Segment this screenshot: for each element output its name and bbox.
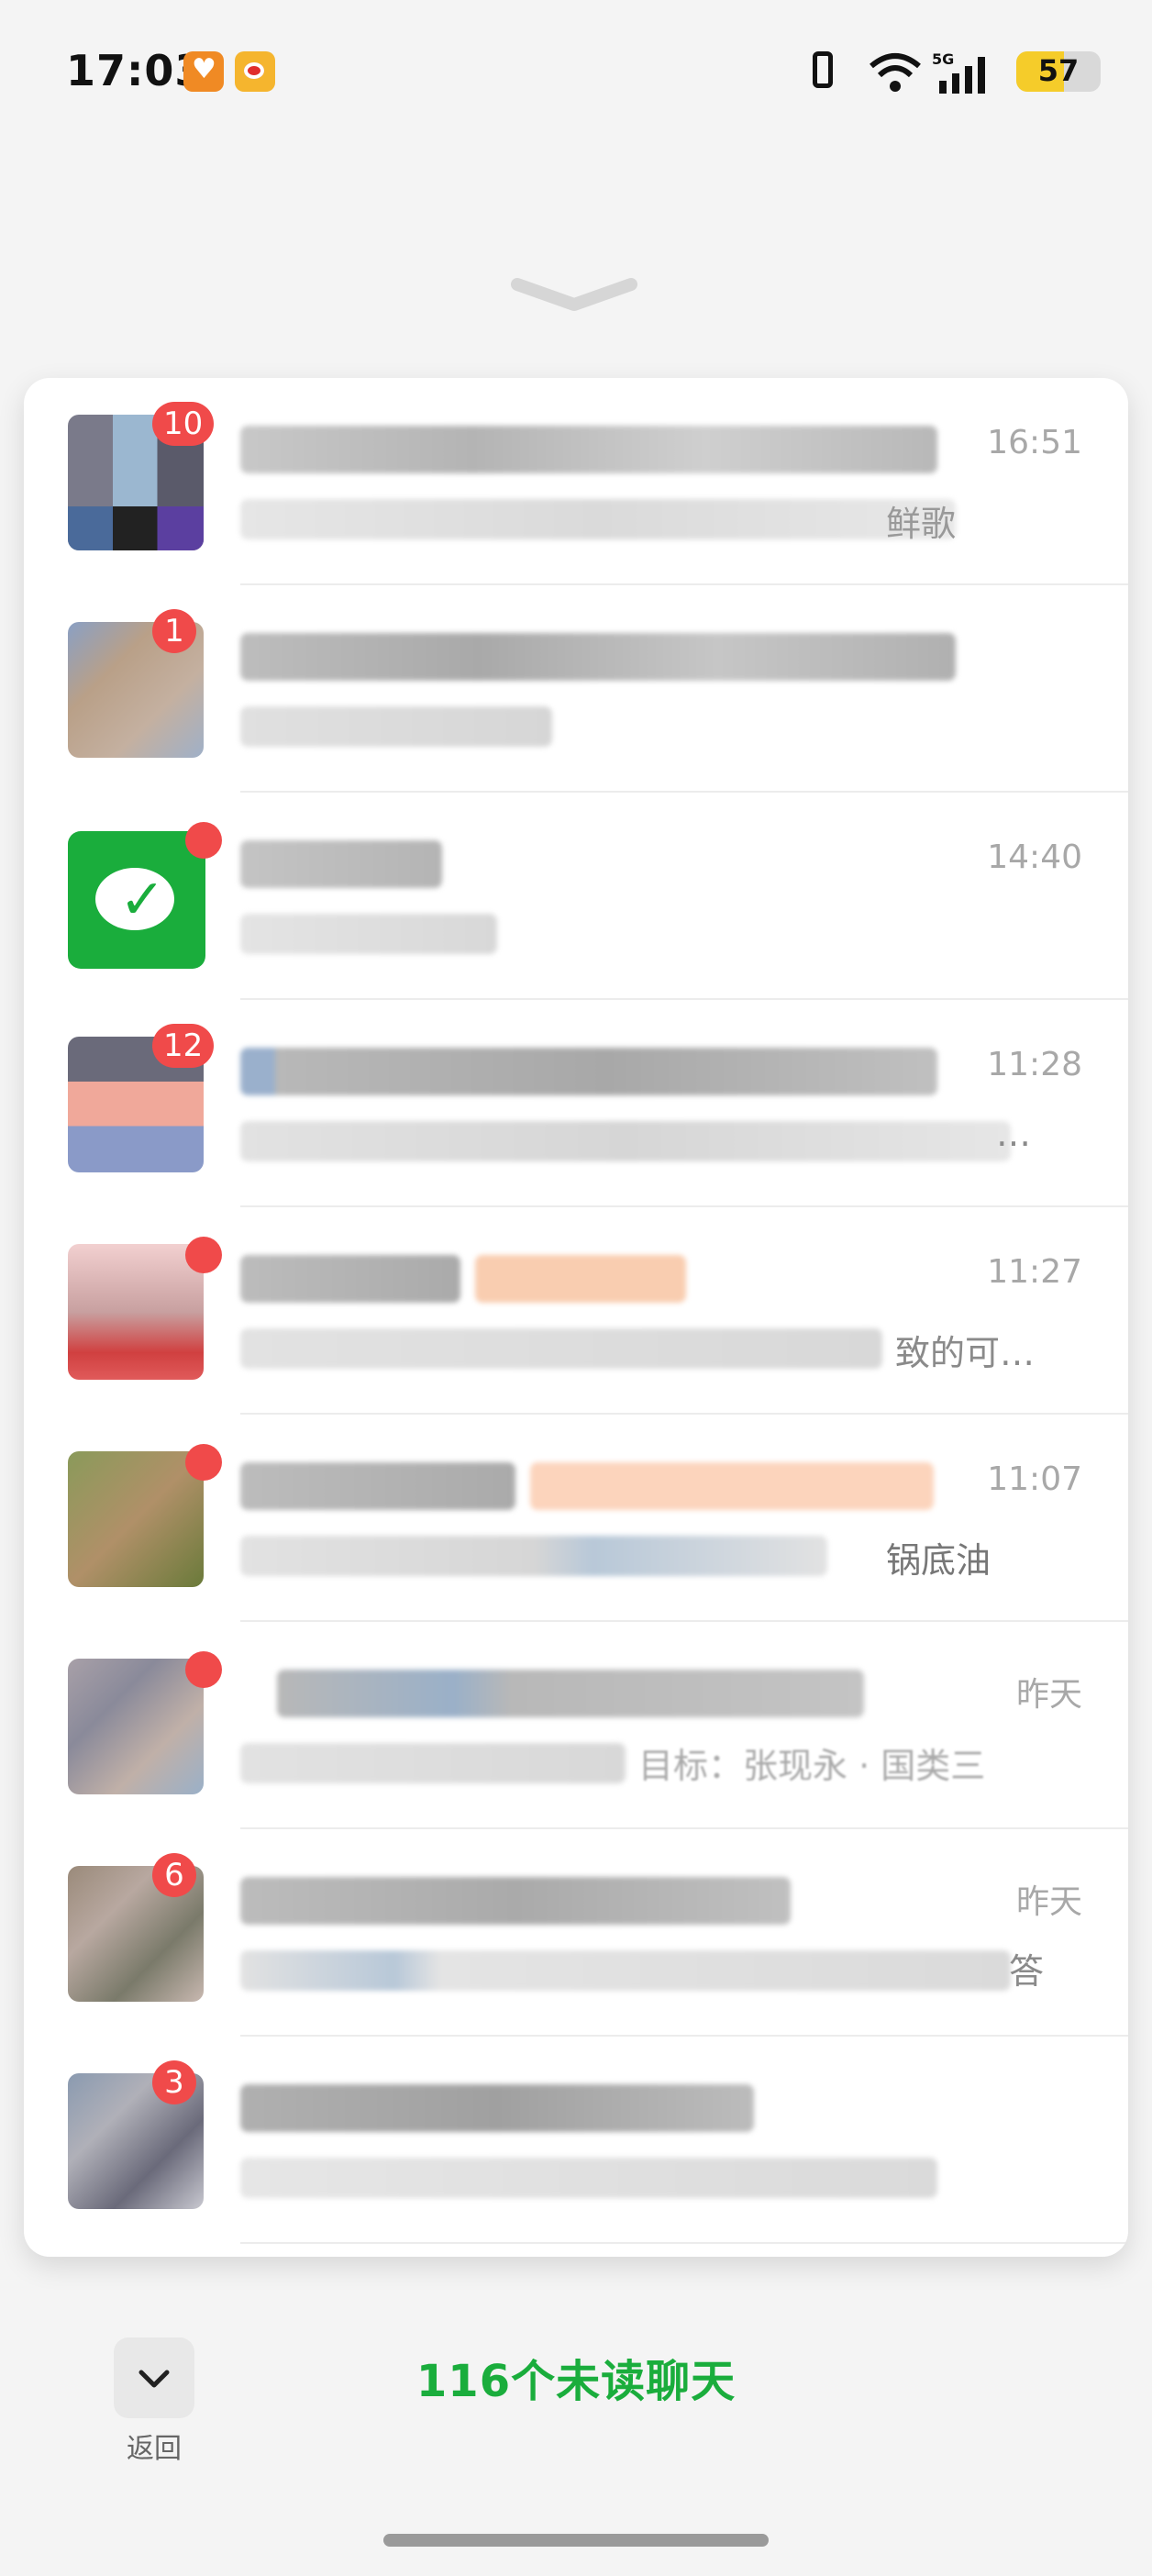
chat-preview-snippet: … <box>996 1114 1031 1154</box>
unread-badge: 6 <box>152 1853 196 1897</box>
avatar <box>68 1451 204 1587</box>
chat-title <box>240 1462 515 1510</box>
chat-preview <box>240 1743 626 1783</box>
unread-badge: 3 <box>152 2060 196 2104</box>
unread-badge <box>185 1444 222 1481</box>
chat-time: 11:27 <box>987 1253 1082 1291</box>
chat-title <box>277 1670 864 1717</box>
avatar <box>68 1659 204 1794</box>
avatar <box>68 1244 204 1380</box>
weibo-icon <box>235 51 275 92</box>
unread-badge: 1 <box>152 609 196 653</box>
unread-badge: 12 <box>152 1024 215 1068</box>
back-label: 返回 <box>127 2433 182 2465</box>
wechat-icon <box>68 831 205 969</box>
chat-preview-snippet: 鲜歌 <box>886 504 957 544</box>
chat-title <box>240 1877 791 1925</box>
chat-row[interactable]: 14:40 <box>24 793 1128 1000</box>
battery-level: 57 <box>1037 53 1080 88</box>
signal-icon: 5G <box>932 50 985 94</box>
chat-row[interactable]: 昨天 目标：张现永 · 国类三 <box>24 1622 1128 1829</box>
network-label: 5G <box>932 50 954 68</box>
home-indicator[interactable] <box>383 2534 769 2547</box>
wifi-icon <box>870 53 921 92</box>
chat-row[interactable]: 11:07 锅底油 <box>24 1415 1128 1622</box>
chat-preview <box>240 1328 882 1369</box>
chat-title <box>240 1048 937 1095</box>
chat-title <box>240 1255 460 1303</box>
chat-preview <box>240 1950 1011 1991</box>
chat-preview-snippet: 致的可… <box>895 1333 1036 1373</box>
chat-title <box>240 840 442 888</box>
unread-badge <box>185 1651 222 1688</box>
unread-badge <box>185 822 222 859</box>
unread-badge: 10 <box>152 402 215 446</box>
chat-row[interactable]: 12 11:28 … <box>24 1000 1128 1207</box>
status-bar: 17:03 5G 57 <box>0 0 1152 147</box>
chat-time: 昨天 <box>1015 1883 1082 1921</box>
chat-time: 14:40 <box>987 838 1082 876</box>
chat-row[interactable]: 10 16:51 鲜歌 <box>24 378 1128 585</box>
chat-time: 16:51 <box>987 424 1082 461</box>
chat-tag <box>475 1255 686 1303</box>
battery-icon: 57 <box>1016 51 1101 92</box>
chat-preview-snippet: 目标：张现永 · 国类三 <box>638 1746 986 1786</box>
chat-preview <box>240 2158 937 2198</box>
chevron-down-icon[interactable] <box>510 272 638 316</box>
chat-preview <box>240 914 497 954</box>
divider <box>240 2242 1128 2244</box>
unread-chat-list: 10 16:51 鲜歌 1 14:40 12 11:28 … <box>24 378 1128 2257</box>
unread-badge <box>185 1237 222 1273</box>
chat-title <box>240 426 937 473</box>
chat-preview <box>240 706 552 747</box>
chat-preview <box>240 1121 1011 1161</box>
chat-row[interactable]: 6 昨天 答 <box>24 1829 1128 2037</box>
chat-title <box>240 2084 754 2132</box>
chat-preview <box>240 1536 827 1576</box>
chat-time: 11:07 <box>987 1460 1082 1498</box>
chat-title <box>240 633 956 681</box>
chat-preview <box>240 499 956 539</box>
chat-row[interactable]: 11:27 致的可… <box>24 1207 1128 1415</box>
chat-row[interactable]: 1 <box>24 585 1128 793</box>
chat-preview-snippet: 答 <box>1009 1951 1045 1992</box>
chat-tag <box>530 1462 934 1510</box>
notification-app-icon <box>183 51 224 92</box>
vibrate-icon <box>813 51 833 88</box>
unread-count-title: 116个未读聊天 <box>415 2356 737 2407</box>
chat-row[interactable]: 3 <box>24 2037 1128 2244</box>
chat-time: 11:28 <box>987 1046 1082 1083</box>
chat-preview-snippet: 锅底油 <box>886 1540 991 1581</box>
chat-time: 昨天 <box>1015 1676 1082 1714</box>
